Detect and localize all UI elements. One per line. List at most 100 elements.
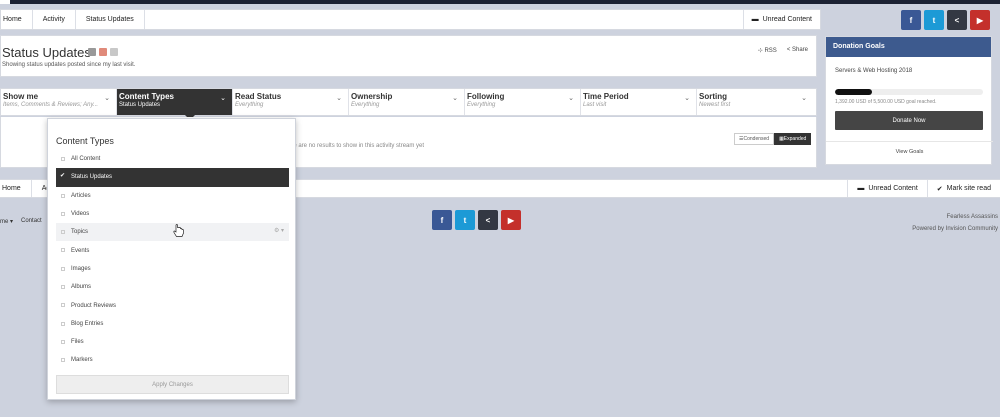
gear-icon[interactable]: ⚙ ▾: [274, 227, 284, 234]
content-type-label: All Content: [71, 156, 101, 163]
checkbox-icon: [61, 358, 65, 363]
checkbox-icon: [61, 303, 65, 308]
unread-content-link[interactable]: ▬ Unread Content: [847, 180, 926, 197]
content-type-label: Status Updates: [71, 174, 113, 181]
youtube-button[interactable]: ▶: [501, 210, 521, 230]
checkbox-icon: [60, 172, 65, 179]
donate-now-button[interactable]: Donate Now: [835, 111, 983, 130]
content-type-option[interactable]: Events: [56, 241, 289, 259]
content-type-option[interactable]: Markers: [56, 351, 289, 369]
checkbox-icon: [61, 230, 65, 235]
breadcrumb: Home Activity Status Updates ▬ Unread Co…: [0, 9, 821, 30]
facebook-button[interactable]: f: [901, 10, 921, 30]
chevron-down-icon: ⌄: [801, 95, 807, 102]
chevron-down-icon: ⌄: [220, 95, 226, 102]
content-type-option[interactable]: All Content: [56, 150, 289, 168]
footer-social-buttons: f t < ▶: [432, 210, 521, 230]
powered-by-link[interactable]: Powered by Invision Community: [912, 223, 998, 235]
content-type-option[interactable]: Images: [56, 260, 289, 278]
breadcrumb-activity[interactable]: Activity: [33, 10, 76, 29]
content-type-option[interactable]: Albums: [56, 278, 289, 296]
view-goals-link[interactable]: View Goals: [826, 149, 993, 155]
donation-goals-widget: Donation Goals Servers & Web Hosting 201…: [825, 36, 993, 165]
twitter-button[interactable]: t: [924, 10, 944, 30]
youtube-icon: ▶: [976, 15, 984, 25]
facebook-icon: f: [440, 215, 444, 225]
footer-nav: me ▾ Contact: [0, 218, 42, 225]
rss-link[interactable]: ⊹ RSS: [758, 47, 777, 54]
content-type-label: Videos: [71, 211, 90, 218]
footer-contact-link[interactable]: Contact: [21, 218, 42, 225]
content-type-label: Markers: [71, 357, 93, 364]
content-type-option[interactable]: Files: [56, 333, 289, 351]
site-name: Fearless Assassins: [946, 214, 998, 220]
content-type-option[interactable]: Blog Entries: [56, 315, 289, 333]
content-type-option[interactable]: Videos: [56, 205, 289, 223]
chevron-down-icon: ⌄: [452, 95, 458, 102]
page-header: Status Updates Showing status updates po…: [0, 35, 817, 77]
checkbox-icon: [61, 211, 65, 216]
youtube-button[interactable]: ▶: [970, 10, 990, 30]
content-type-label: Images: [71, 265, 91, 272]
twitter-button[interactable]: t: [455, 210, 475, 230]
chevron-down-icon: ⌄: [684, 95, 690, 102]
widget-title: Donation Goals: [826, 37, 991, 57]
share-link[interactable]: < Share: [787, 47, 808, 54]
chevron-down-icon: ⌄: [104, 95, 110, 102]
goal-progress-fill: [835, 89, 873, 95]
content-type-label: Topics: [71, 229, 89, 236]
page-subtitle: Showing status updates posted since my l…: [2, 62, 136, 68]
expanded-view-button[interactable]: ▦ Expanded: [774, 133, 812, 145]
chevron-down-icon: ⌄: [336, 95, 342, 102]
filter-time-period[interactable]: Time Period Last visit ⌄: [581, 89, 697, 115]
divider: [826, 141, 993, 142]
empty-message: ere are no results to show in this activ…: [288, 143, 425, 149]
checkbox-icon: [61, 193, 65, 198]
check-icon[interactable]: [110, 48, 118, 56]
chevron-down-icon: ⌄: [568, 95, 574, 102]
page-title: Status Updates: [2, 45, 91, 60]
apply-changes-button[interactable]: Apply Changes: [56, 375, 289, 394]
filter-read-status[interactable]: Read Status Everything ⌄: [233, 89, 349, 115]
unread-content-link[interactable]: ▬ Unread Content: [742, 10, 820, 29]
view-toggle: ☰ Condensed ▦ Expanded: [734, 133, 812, 145]
social-buttons: f t < ▶: [901, 10, 990, 30]
breadcrumb-status-updates[interactable]: Status Updates: [76, 10, 145, 29]
youtube-icon: ▶: [507, 215, 515, 225]
checkbox-icon: [61, 321, 65, 326]
folder-icon: ▬: [857, 185, 865, 192]
dropdown-title: Content Types: [56, 136, 114, 146]
goal-name: Servers & Web Hosting 2018: [835, 68, 913, 74]
filter-show-me[interactable]: Show me Items, Comments & Reviews; Any..…: [1, 89, 117, 115]
breadcrumb-home[interactable]: Home: [0, 180, 32, 197]
breadcrumb-home[interactable]: Home: [1, 10, 33, 29]
checkbox-icon: [61, 157, 65, 161]
filter-following[interactable]: Following Everything ⌄: [465, 89, 581, 115]
filter-ownership[interactable]: Ownership Everything ⌄: [349, 89, 465, 115]
check-icon: ✔: [936, 185, 943, 193]
content-type-option[interactable]: Articles: [56, 187, 289, 205]
share-button[interactable]: <: [478, 210, 498, 230]
content-type-option[interactable]: Product Reviews: [56, 296, 289, 314]
goal-progress-bar: [835, 89, 983, 95]
top-strip: [0, 0, 1000, 4]
filter-sorting[interactable]: Sorting Newest first ⌄: [697, 89, 813, 115]
content-type-label: Product Reviews: [71, 302, 117, 309]
footer-theme-menu[interactable]: me ▾: [0, 218, 13, 225]
share-button[interactable]: <: [947, 10, 967, 30]
facebook-button[interactable]: f: [432, 210, 452, 230]
filter-content-types[interactable]: Content Types Status Updates ⌄: [117, 89, 233, 120]
content-type-option[interactable]: Status Updates: [56, 168, 289, 187]
hand-cursor-icon: [173, 224, 184, 237]
edit-icon[interactable]: [88, 48, 96, 56]
twitter-icon: t: [932, 15, 936, 25]
checkbox-icon: [61, 266, 65, 271]
share-icon: <: [954, 15, 960, 25]
content-types-list: All Content Status Updates Articles Videos T…: [56, 150, 289, 370]
content-types-dropdown: Content Types All ContentStatus UpdatesA…: [47, 118, 296, 400]
delete-icon[interactable]: [99, 48, 107, 56]
mark-site-read-link[interactable]: ✔ Mark site read: [926, 180, 1000, 197]
condensed-view-button[interactable]: ☰ Condensed: [734, 133, 775, 145]
goal-meta: 1,392.00 USD of 5,500.00 USD goal reache…: [835, 99, 937, 105]
content-type-label: Files: [71, 339, 84, 346]
